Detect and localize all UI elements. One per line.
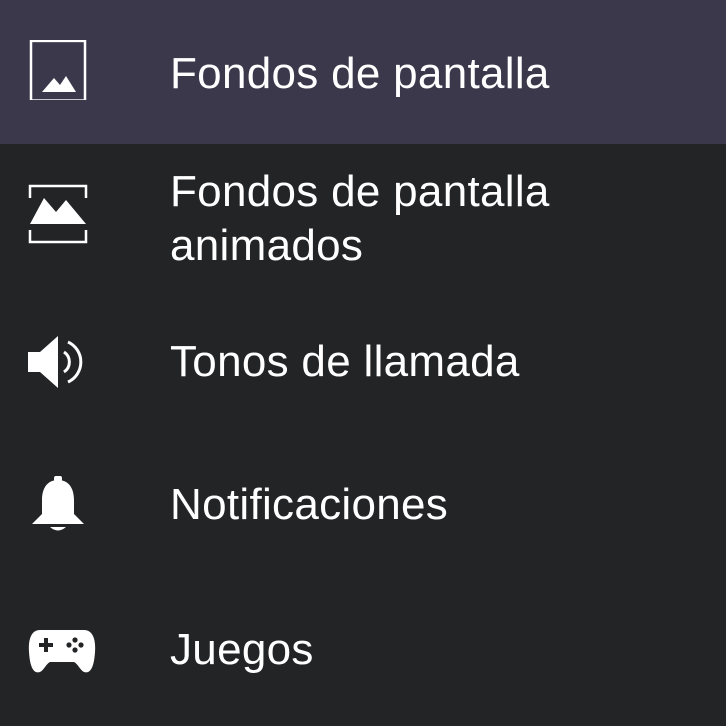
bell-icon [28, 474, 88, 534]
image-icon [28, 40, 88, 100]
menu-item-notifications[interactable]: Notificaciones [0, 432, 726, 578]
category-menu: Fondos de pantalla Fondos de pantalla an… [0, 0, 726, 726]
gamepad-icon [28, 622, 96, 682]
menu-item-ringtones[interactable]: Tonos de llamada [0, 284, 726, 432]
menu-item-label-line1: Fondos de pantalla [170, 167, 550, 216]
menu-item-label: Fondos de pantalla [170, 49, 550, 98]
menu-item-label: Tonos de llamada [170, 337, 520, 386]
menu-item-live-wallpapers[interactable]: Fondos de pantalla animados [0, 144, 726, 284]
menu-item-wallpapers[interactable]: Fondos de pantalla [0, 0, 726, 144]
menu-item-label-line2: animados [170, 221, 364, 270]
live-wallpaper-icon [28, 184, 88, 244]
speaker-icon [28, 332, 88, 392]
menu-item-label: Juegos [170, 625, 314, 674]
menu-item-label: Notificaciones [170, 480, 449, 529]
menu-item-games[interactable]: Juegos [0, 578, 726, 726]
